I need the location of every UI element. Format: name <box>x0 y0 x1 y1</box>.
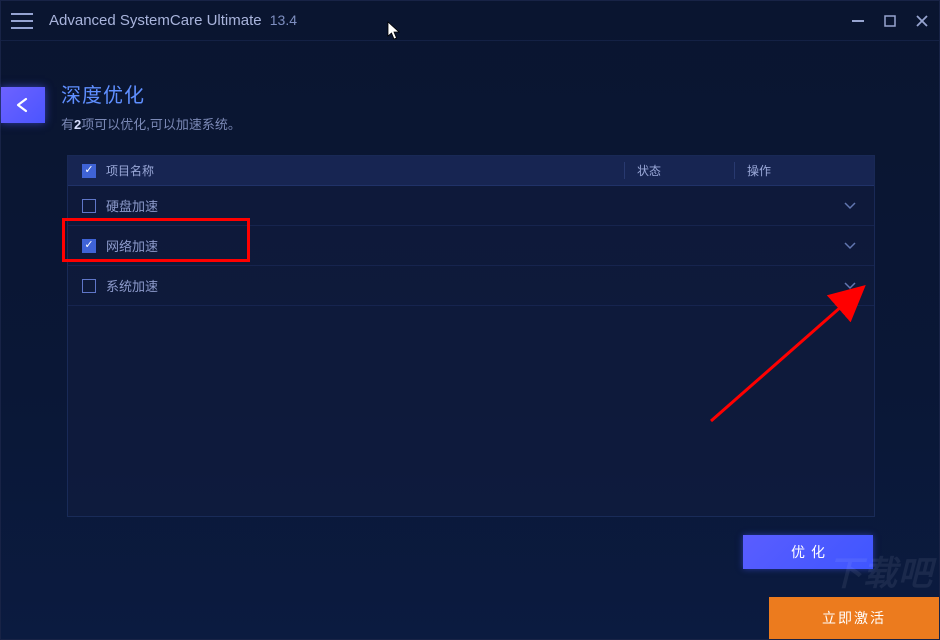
row-checkbox[interactable] <box>82 199 96 213</box>
table-row[interactable]: 网络加速 <box>68 226 874 266</box>
app-version: 13.4 <box>270 12 297 28</box>
app-window: Advanced SystemCare Ultimate 13.4 深度优化 有… <box>0 0 940 640</box>
menu-icon[interactable] <box>11 13 33 29</box>
titlebar: Advanced SystemCare Ultimate 13.4 <box>1 1 939 41</box>
table-row[interactable]: 硬盘加速 <box>68 186 874 226</box>
expand-icon[interactable] <box>844 202 856 210</box>
row-checkbox[interactable] <box>82 279 96 293</box>
maximize-button[interactable] <box>883 14 897 28</box>
app-name: Advanced SystemCare Ultimate <box>49 12 262 29</box>
page-header: 深度优化 有2项可以优化,可以加速系统。 <box>61 79 241 133</box>
optimize-button[interactable]: 优化 <box>743 535 873 569</box>
page-title: 深度优化 <box>61 79 241 108</box>
row-checkbox[interactable] <box>82 239 96 253</box>
select-all-checkbox[interactable] <box>82 164 96 178</box>
activate-button[interactable]: 立即激活 <box>769 597 939 639</box>
page-subtitle: 有2项可以优化,可以加速系统。 <box>61 114 241 133</box>
expand-icon[interactable] <box>844 282 856 290</box>
column-action-header: 操作 <box>734 162 874 179</box>
minimize-button[interactable] <box>851 14 865 28</box>
back-button[interactable] <box>1 87 45 123</box>
app-title: Advanced SystemCare Ultimate 13.4 <box>49 12 297 29</box>
row-label: 系统加速 <box>106 276 874 295</box>
row-label: 网络加速 <box>106 236 874 255</box>
row-label: 硬盘加速 <box>106 196 874 215</box>
optimize-panel: 项目名称 状态 操作 硬盘加速 网络加速 系统加速 <box>67 155 875 517</box>
column-status-header: 状态 <box>624 162 734 179</box>
close-button[interactable] <box>915 14 929 28</box>
column-name-header: 项目名称 <box>106 162 624 179</box>
window-controls <box>851 14 929 28</box>
table-header: 项目名称 状态 操作 <box>68 156 874 186</box>
expand-icon[interactable] <box>844 242 856 250</box>
table-row[interactable]: 系统加速 <box>68 266 874 306</box>
